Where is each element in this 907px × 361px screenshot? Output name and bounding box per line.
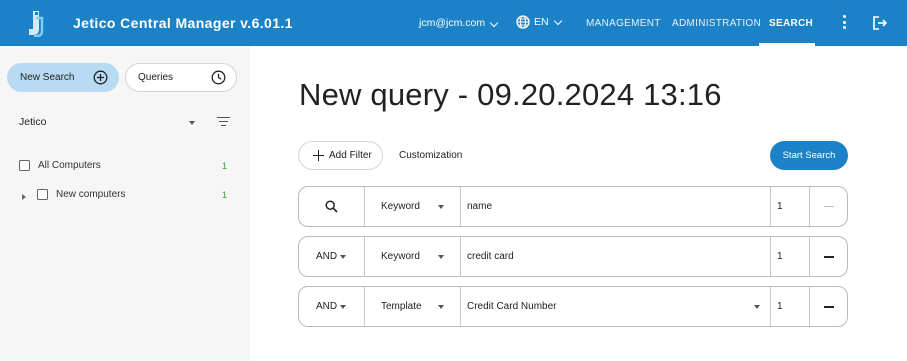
search-icon <box>325 200 338 213</box>
filter-value-input[interactable]: name <box>461 187 770 226</box>
group-select[interactable]: Jetico <box>19 116 46 128</box>
dropdown-caret-icon <box>340 255 346 259</box>
app-title: Jetico Central Manager v.6.01.1 <box>73 15 293 31</box>
checkbox[interactable] <box>37 189 48 200</box>
queries-button[interactable]: Queries <box>125 63 237 92</box>
dropdown-caret-icon <box>754 305 760 309</box>
plus-icon <box>313 150 324 161</box>
count-badge: 1 <box>222 190 228 200</box>
tree-item-new-computers[interactable]: New computers <box>37 189 125 200</box>
user-menu[interactable]: jcm@jcm.com <box>419 17 499 29</box>
globe-icon <box>516 15 530 29</box>
tree-item-label: New computers <box>56 189 126 200</box>
checkbox[interactable] <box>19 160 30 171</box>
filter-type-label: Keyword <box>381 201 420 212</box>
customization-button[interactable]: Customization <box>399 150 462 161</box>
remove-filter-button[interactable] <box>810 237 848 276</box>
queries-label: Queries <box>138 72 174 83</box>
add-filter-button[interactable]: Add Filter <box>298 141 383 170</box>
page-title: New query - 09.20.2024 13:16 <box>299 77 722 112</box>
filter-row: AND Keyword credit card 1 <box>298 236 848 277</box>
filter-operator-label: AND <box>316 251 338 262</box>
sidebar: New Search Queries Jetico All Computers … <box>0 46 250 361</box>
filter-type-select[interactable]: Keyword <box>365 237 460 276</box>
search-icon-cell <box>299 187 364 226</box>
filter-operator-select[interactable]: AND <box>299 237 364 276</box>
tree-item-all-computers[interactable]: All Computers <box>19 160 101 171</box>
clock-icon <box>211 70 226 85</box>
start-search-button[interactable]: Start Search <box>770 141 848 170</box>
filter-type-label: Template <box>381 301 422 312</box>
filter-template-label: Credit Card Number <box>467 301 557 312</box>
dropdown-caret-icon <box>340 305 346 309</box>
nav-administration[interactable]: ADMINISTRATION <box>672 18 761 29</box>
filter-operator-label: AND <box>316 301 338 312</box>
filter-type-select[interactable]: Keyword <box>365 187 460 226</box>
filter-count-input[interactable]: 1 <box>771 287 809 326</box>
filter-template-select[interactable]: Credit Card Number <box>461 287 770 326</box>
filter-type-select[interactable]: Template <box>365 287 460 326</box>
filter-row: Keyword name 1 <box>298 186 848 227</box>
filter-count-input[interactable]: 1 <box>771 237 809 276</box>
dropdown-caret-icon <box>438 205 444 209</box>
active-tab-indicator <box>759 43 815 46</box>
user-email: jcm@jcm.com <box>419 17 486 29</box>
remove-icon <box>824 255 834 258</box>
top-bar: Jetico Central Manager v.6.01.1 jcm@jcm.… <box>0 0 907 46</box>
dropdown-caret-icon[interactable] <box>189 121 195 125</box>
tree-item-label: All Computers <box>38 160 101 171</box>
new-search-button[interactable]: New Search <box>7 63 119 92</box>
add-circle-icon <box>93 70 108 85</box>
chevron-down-icon <box>489 18 499 28</box>
filter-operator-select[interactable]: AND <box>299 287 364 326</box>
remove-icon <box>824 205 834 208</box>
dropdown-caret-icon <box>438 305 444 309</box>
filter-count-input[interactable]: 1 <box>771 187 809 226</box>
language-menu[interactable]: EN <box>516 15 562 29</box>
remove-icon <box>824 305 834 308</box>
add-filter-label: Add Filter <box>329 150 372 161</box>
filter-type-label: Keyword <box>381 251 420 262</box>
jetico-logo <box>29 11 44 37</box>
language-label: EN <box>534 16 549 28</box>
more-vert-icon[interactable] <box>843 15 847 31</box>
chevron-down-icon <box>553 16 562 25</box>
remove-filter-button[interactable] <box>810 287 848 326</box>
dropdown-caret-icon <box>438 255 444 259</box>
count-badge: 1 <box>222 161 228 171</box>
logout-icon[interactable] <box>872 15 888 31</box>
remove-filter-button[interactable] <box>810 187 848 226</box>
nav-management[interactable]: MANAGEMENT <box>586 18 661 29</box>
filter-value-input[interactable]: credit card <box>461 237 770 276</box>
expand-arrow-icon[interactable] <box>22 194 26 200</box>
nav-search[interactable]: SEARCH <box>769 18 813 29</box>
new-search-label: New Search <box>20 72 75 83</box>
filter-list-icon[interactable] <box>217 117 230 127</box>
filter-row: AND Template Credit Card Number 1 <box>298 286 848 327</box>
